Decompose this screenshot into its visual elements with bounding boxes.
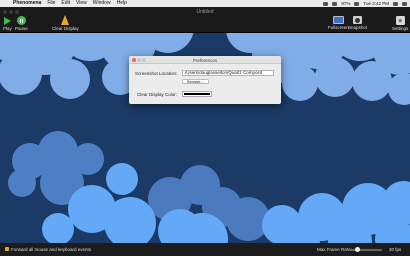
screenshot-location-label: Screenshot Location: xyxy=(135,71,178,76)
menu-window[interactable]: Window xyxy=(93,0,111,7)
frame-rate-slider[interactable] xyxy=(346,247,382,252)
menu-app-phenomena[interactable]: Phenomena xyxy=(13,0,41,7)
battery-percent[interactable]: 97% xyxy=(341,1,350,6)
snapshot-button[interactable]: Snapshot xyxy=(348,16,367,30)
fullscreen-label: Fullscreen xyxy=(328,25,349,30)
wifi-icon[interactable] xyxy=(323,1,329,6)
preferences-dialog: Preferences Screenshot Location: /Users/… xyxy=(129,56,281,104)
settings-button[interactable]: ⚙ Settings xyxy=(392,16,408,31)
clear-display-color-label: Clear Display Color: xyxy=(137,92,178,97)
settings-label: Settings xyxy=(392,26,409,31)
play-button[interactable]: Play xyxy=(3,17,12,31)
forward-events-checkbox[interactable] xyxy=(5,247,9,251)
clear-display-label: Clear Display xyxy=(52,26,79,31)
forward-events-label: Forward all mouse and keyboard events xyxy=(11,246,92,252)
settings-icon: ⚙ xyxy=(395,16,405,25)
monitor-icon xyxy=(332,16,344,24)
battery-icon[interactable] xyxy=(354,1,360,6)
pause-icon xyxy=(16,16,26,25)
pause-button[interactable]: Pause xyxy=(15,16,28,31)
bottom-bar: Forward all mouse and keyboard events Ma… xyxy=(0,243,410,256)
fullscreen-button[interactable]: Fullscreen xyxy=(328,16,349,30)
menu-view[interactable]: View xyxy=(76,0,87,7)
clock[interactable]: Tue 3:42 PM xyxy=(363,1,389,6)
search-icon[interactable] xyxy=(393,1,398,6)
play-label: Play xyxy=(3,26,12,31)
menu-list-icon[interactable] xyxy=(402,1,407,6)
traffic-cone-icon xyxy=(61,15,70,25)
snapshot-label: Snapshot xyxy=(348,25,368,30)
preferences-title: Preferences xyxy=(192,57,218,63)
clear-display-color-well[interactable] xyxy=(182,91,212,97)
frame-rate-slider-knob[interactable] xyxy=(355,247,361,252)
camera-icon xyxy=(353,16,362,24)
preferences-titlebar: Preferences xyxy=(129,56,281,64)
volume-icon[interactable] xyxy=(332,1,338,6)
frame-rate-value: 30 fps xyxy=(389,246,402,252)
clear-display-button[interactable]: Clear Display xyxy=(52,15,79,31)
pause-label: Pause xyxy=(15,26,28,31)
menu-help[interactable]: Help xyxy=(117,0,127,7)
browse-button[interactable]: Browse... xyxy=(182,79,209,84)
color-swatch xyxy=(184,93,210,95)
menu-edit[interactable]: Edit xyxy=(61,0,70,7)
screenshot-location-field[interactable]: /Users/douglasselton/Quartz Composit xyxy=(182,70,274,76)
menu-file[interactable]: File xyxy=(47,0,55,7)
window-toolbar: Untitled Play Pause Clear Display Fullsc… xyxy=(0,7,410,33)
status-area: 97% Tue 3:42 PM xyxy=(323,0,407,7)
play-icon xyxy=(3,17,11,25)
menu-bar: Phenomena File Edit View Window Help 97%… xyxy=(0,0,410,7)
